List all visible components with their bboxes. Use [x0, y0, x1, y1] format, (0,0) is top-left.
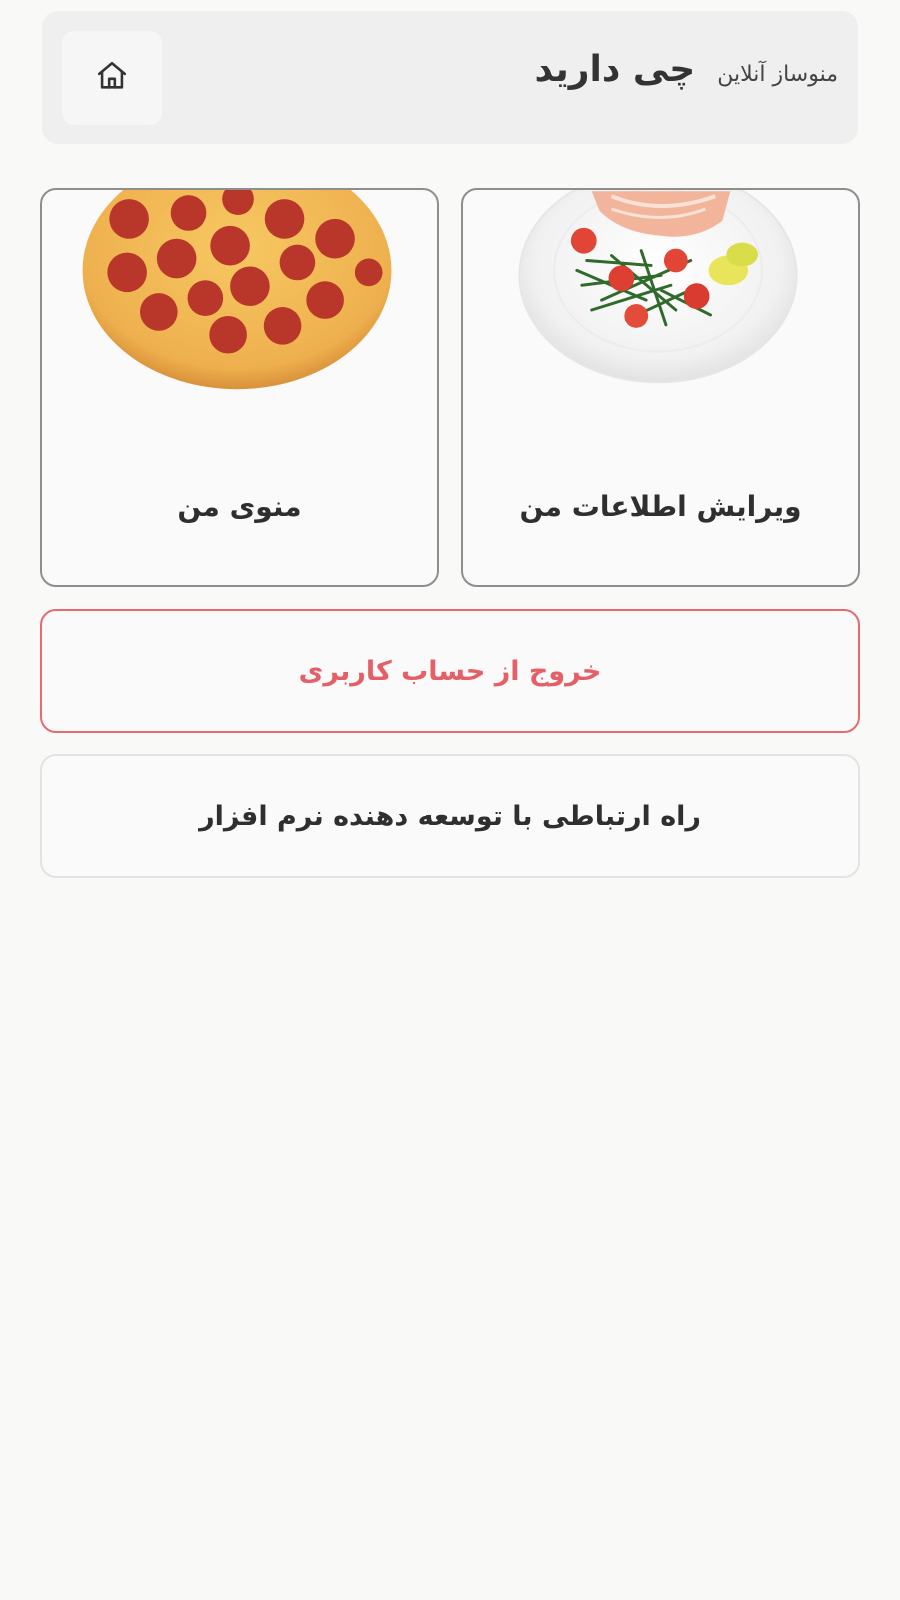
contact-developer-button[interactable]: راه ارتباطی با توسعه دهنده نرم افزار: [40, 754, 860, 878]
brand: چی دارید منوساز آنلاین: [534, 49, 838, 90]
my-menu-card[interactable]: منوی من: [40, 188, 439, 587]
edit-info-card[interactable]: ویرایش اطلاعات من: [461, 188, 860, 587]
salmon-salad-plate-image: [518, 190, 798, 384]
app-screen: چی دارید منوساز آنلاین ویرایش اطلاعات من…: [0, 0, 900, 1600]
my-menu-label: منوی من: [177, 490, 302, 523]
pepperoni-pizza-image: [82, 190, 392, 390]
app-subtitle: منوساز آنلاین: [717, 62, 838, 87]
app-header: چی دارید منوساز آنلاین: [42, 11, 858, 144]
home-icon: [94, 59, 130, 97]
logout-button[interactable]: خروج از حساب کاربری: [40, 609, 860, 733]
app-title: چی دارید: [534, 49, 696, 90]
edit-info-label: ویرایش اطلاعات من: [519, 490, 802, 523]
home-button[interactable]: [62, 31, 162, 125]
